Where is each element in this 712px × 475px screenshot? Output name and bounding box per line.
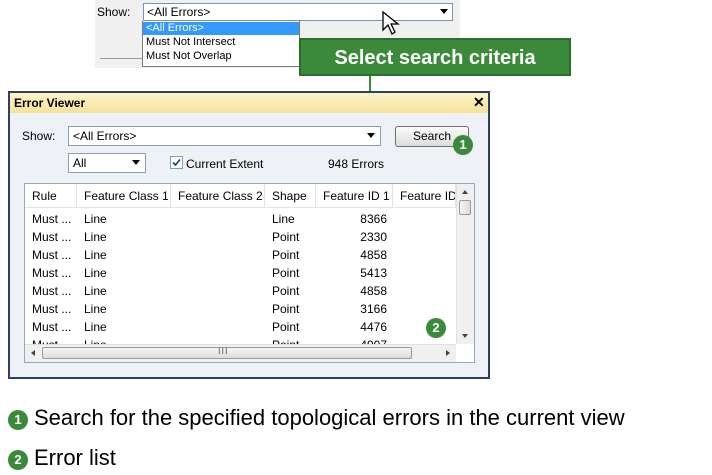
chevron-down-icon[interactable]	[132, 160, 140, 165]
horizontal-scrollbar[interactable]: III	[25, 344, 456, 362]
table-cell-fc2	[178, 246, 258, 264]
table-cell-fid1: 2330	[360, 230, 387, 244]
current-extent-checkbox[interactable]	[170, 156, 183, 169]
close-icon[interactable]: ✕	[473, 94, 485, 111]
column-header-feature-class-1[interactable]: Feature Class 1	[77, 184, 171, 208]
dropdown-option-all-errors[interactable]: <All Errors>	[143, 22, 299, 35]
window-body: Show: <All Errors> Search All Current Ex…	[10, 113, 488, 377]
table-cell-shape: Point	[272, 320, 300, 334]
callout-text: Select search criteria	[334, 47, 536, 69]
dropdown-option-must-not-overlap[interactable]: Must Not Overlap	[143, 50, 299, 63]
mouse-cursor-icon	[382, 10, 400, 35]
table-cell-shape: Point	[272, 302, 300, 316]
horizontal-scroll-thumb[interactable]: III	[42, 346, 412, 359]
scroll-right-icon[interactable]	[446, 350, 450, 356]
snippet-combo-value: <All Errors>	[147, 5, 211, 19]
chevron-down-icon[interactable]	[367, 133, 375, 138]
table-cell-fid1: 8366	[360, 212, 387, 226]
badge-1: 1	[453, 135, 473, 155]
filter-combobox-value: All	[73, 156, 87, 170]
table-cell-rule: Must ...	[32, 248, 72, 262]
divider	[100, 58, 142, 59]
table-cell-fc2	[178, 318, 258, 336]
show-combobox-value: <All Errors>	[73, 129, 137, 143]
error-list: Rule Feature Class 1 Feature Class 2 Sha…	[24, 183, 475, 363]
window-titlebar: Error Viewer ✕	[10, 93, 488, 113]
table-cell-fc1: Line	[84, 320, 107, 334]
table-cell-fc1: Line	[84, 230, 107, 244]
table-cell-rule: Must ...	[32, 212, 72, 226]
table-cell-shape: Point	[272, 230, 300, 244]
scroll-grip-icon: III	[218, 346, 229, 356]
table-cell-fc2	[178, 300, 258, 318]
legend-badge-1: 1	[8, 410, 28, 430]
window-title: Error Viewer	[14, 96, 86, 110]
table-cell-shape: Point	[272, 284, 300, 298]
table-cell-fid1: 5413	[360, 266, 387, 280]
table-cell-fc2	[178, 264, 258, 282]
snippet-dropdown-list: <All Errors> Must Not Intersect Must Not…	[142, 21, 300, 67]
vertical-scrollbar[interactable]	[456, 184, 474, 344]
table-cell-rule: Must ...	[32, 266, 72, 280]
table-cell-shape: Line	[272, 212, 295, 226]
legend-text-2: Error list	[34, 445, 116, 470]
column-header-feature-id-1[interactable]: Feature ID 1	[316, 184, 393, 208]
vertical-scroll-thumb[interactable]	[459, 200, 471, 215]
table-cell-shape: Point	[272, 266, 300, 280]
table-cell-fc1: Line	[84, 212, 107, 226]
show-combobox[interactable]: <All Errors>	[68, 126, 381, 146]
column-header-feature-class-2[interactable]: Feature Class 2	[171, 184, 265, 208]
checkmark-icon	[172, 158, 181, 167]
badge-2: 2	[426, 318, 446, 338]
table-cell-fid1: 3166	[360, 302, 387, 316]
column-header-feature-id[interactable]: Feature ID	[393, 184, 456, 208]
chevron-down-icon[interactable]	[440, 9, 448, 14]
table-cell-fc1: Line	[84, 266, 107, 280]
scroll-down-icon[interactable]	[462, 334, 468, 338]
current-extent-label: Current Extent	[186, 157, 264, 171]
table-cell-fc2	[178, 282, 258, 300]
scroll-left-icon[interactable]	[31, 350, 35, 356]
table-cell-rule: Must ...	[32, 302, 72, 316]
table-cell-fid1: 4858	[360, 248, 387, 262]
table-cell-fid1: 4858	[360, 284, 387, 298]
table-cell-fc2	[178, 210, 258, 228]
snippet-show-combobox[interactable]: <All Errors>	[143, 3, 453, 21]
error-count: 948 Errors	[328, 157, 385, 171]
show-label: Show:	[22, 129, 56, 143]
legend-badge-2: 2	[8, 450, 28, 470]
table-cell-rule: Must ...	[32, 320, 72, 334]
legend-text-1: Search for the specified topological err…	[34, 405, 625, 430]
table-cell-fc1: Line	[84, 248, 107, 262]
table-cell-rule: Must ...	[32, 284, 72, 298]
dropdown-option-must-not-intersect[interactable]: Must Not Intersect	[143, 36, 299, 49]
error-viewer-window: Error Viewer ✕ Show: <All Errors> Search…	[8, 91, 490, 379]
scroll-up-icon[interactable]	[462, 190, 468, 194]
column-header-shape[interactable]: Shape	[265, 184, 316, 208]
table-cell-fc1: Line	[84, 302, 107, 316]
callout-select-search-criteria: Select search criteria	[299, 38, 571, 76]
snippet-show-label: Show:	[97, 5, 131, 19]
column-header-rule[interactable]: Rule	[25, 184, 77, 208]
table-cell-shape: Point	[272, 248, 300, 262]
table-cell-fid1: 4476	[360, 320, 387, 334]
table-cell-fc2	[178, 228, 258, 246]
table-cell-rule: Must ...	[32, 230, 72, 244]
filter-combobox[interactable]: All	[68, 153, 146, 173]
table-cell-fc1: Line	[84, 284, 107, 298]
